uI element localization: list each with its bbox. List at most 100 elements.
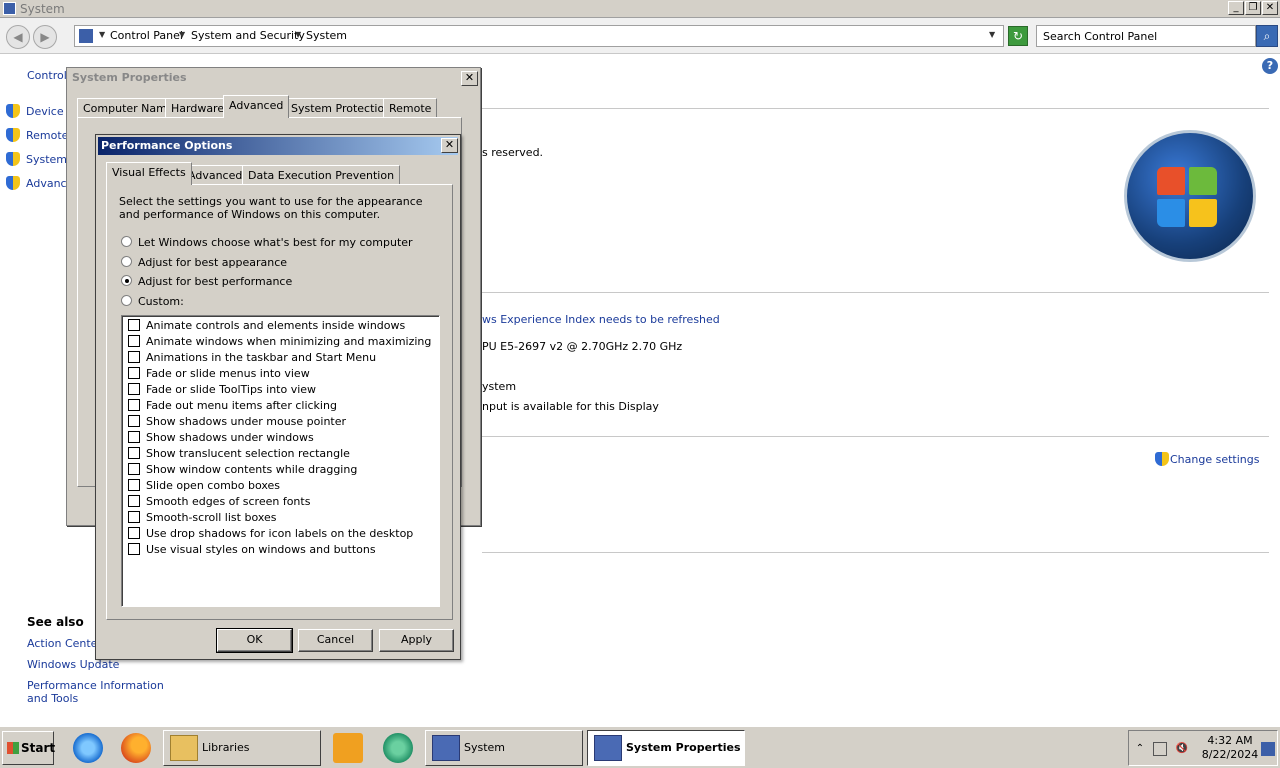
breadcrumb-system-and-security[interactable]: System and Security [191, 29, 305, 42]
apply-button[interactable]: Apply [379, 629, 454, 652]
close-window-button[interactable]: ✕ [1262, 1, 1278, 15]
checkbox[interactable] [128, 479, 140, 491]
back-button[interactable]: ◀ [6, 25, 30, 49]
list-item[interactable]: Show shadows under mouse pointer [128, 415, 346, 431]
wei-refresh-link[interactable]: ws Experience Index needs to be refreshe… [482, 313, 720, 326]
minimize-button[interactable]: _ [1228, 1, 1244, 15]
taskbar-item-libraries[interactable]: Libraries [163, 730, 321, 766]
taskbar-item-system-properties[interactable]: System Properties [587, 730, 745, 766]
checkbox[interactable] [128, 319, 140, 331]
checkbox[interactable] [128, 511, 140, 523]
radio-let-windows-choose[interactable]: Let Windows choose what's best for my co… [121, 236, 413, 252]
list-item[interactable]: Fade out menu items after clicking [128, 399, 337, 415]
checkbox[interactable] [128, 367, 140, 379]
uac-shield-icon [6, 152, 20, 166]
checkbox[interactable] [128, 399, 140, 411]
internet-explorer-icon[interactable] [73, 733, 103, 763]
checkbox[interactable] [128, 543, 140, 555]
link-performance-information[interactable]: Performance Information and Tools [27, 679, 177, 705]
sidebar-item-system-protection[interactable]: System [6, 152, 67, 168]
uac-shield-icon [6, 104, 20, 118]
sidebar-title[interactable]: Control [27, 69, 67, 82]
radio-custom[interactable]: Custom: [121, 295, 184, 311]
link-action-center[interactable]: Action Center [27, 637, 102, 650]
list-item[interactable]: Smooth edges of screen fonts [128, 495, 310, 511]
tab-advanced[interactable]: Advanced [223, 95, 290, 118]
media-player-icon[interactable] [333, 733, 363, 763]
sidebar-item-advanced[interactable]: Advance [6, 176, 73, 192]
tab-hardware[interactable]: Hardware [165, 98, 231, 118]
network-icon[interactable] [1153, 742, 1167, 756]
radio-best-appearance[interactable]: Adjust for best appearance [121, 256, 287, 272]
address-dropdown-icon[interactable]: ▼ [989, 30, 995, 39]
visual-effects-list[interactable]: Animate controls and elements inside win… [121, 315, 440, 607]
firefox-icon[interactable] [121, 733, 151, 763]
tab-system-protection[interactable]: System Protection [285, 98, 398, 118]
tab-remote[interactable]: Remote [383, 98, 438, 118]
address-bar[interactable]: ▼ Control Panel ▼ System and Security ▼ … [74, 25, 1004, 47]
chevron-down-icon[interactable]: ▼ [295, 30, 301, 39]
close-icon[interactable]: ✕ [461, 71, 478, 86]
help-icon[interactable]: ? [1262, 58, 1278, 74]
list-item[interactable]: Animate controls and elements inside win… [128, 319, 405, 335]
window-title: System [20, 2, 65, 16]
see-also-heading: See also [27, 615, 84, 629]
checkbox[interactable] [128, 335, 140, 347]
chevron-up-icon[interactable]: ⌃ [1133, 742, 1147, 756]
checkbox[interactable] [128, 463, 140, 475]
tab-advanced[interactable]: Advanced [182, 165, 249, 185]
chevron-down-icon[interactable]: ▼ [99, 30, 105, 39]
chevron-down-icon[interactable]: ▼ [179, 30, 185, 39]
computer-icon [432, 735, 460, 761]
taskbar-item-system[interactable]: System [425, 730, 583, 766]
tab-data-execution-prevention[interactable]: Data Execution Prevention [242, 165, 401, 185]
divider [482, 552, 1269, 553]
cancel-button[interactable]: Cancel [298, 629, 373, 652]
list-item[interactable]: Slide open combo boxes [128, 479, 280, 495]
ok-button[interactable]: OK [216, 628, 293, 653]
window-titlebar[interactable]: System _ ❐ ✕ [0, 0, 1280, 18]
list-item[interactable]: Show translucent selection rectangle [128, 447, 350, 463]
system-properties-titlebar[interactable]: System Properties [67, 68, 480, 88]
list-item[interactable]: Animate windows when minimizing and maxi… [128, 335, 431, 351]
checkbox[interactable] [128, 383, 140, 395]
list-item[interactable]: Use drop shadows for icon labels on the … [128, 527, 413, 543]
radio-button[interactable] [121, 295, 132, 306]
forward-button[interactable]: ▶ [33, 25, 57, 49]
radio-button[interactable] [121, 256, 132, 267]
clock[interactable]: 4:32 AM 8/22/2024 [1199, 734, 1261, 762]
restore-button[interactable]: ❐ [1245, 1, 1261, 15]
change-settings-link[interactable]: Change settings [1155, 452, 1259, 466]
show-desktop-icon[interactable] [1261, 742, 1275, 756]
radio-button[interactable] [121, 236, 132, 247]
performance-options-title: Performance Options [101, 139, 233, 152]
close-icon[interactable]: ✕ [441, 138, 458, 153]
start-button[interactable]: Start [2, 731, 55, 765]
app-globe-icon[interactable] [383, 733, 413, 763]
search-input[interactable]: Search Control Panel [1036, 25, 1256, 47]
checkbox[interactable] [128, 527, 140, 539]
checkbox[interactable] [128, 431, 140, 443]
list-item[interactable]: Fade or slide menus into view [128, 367, 310, 383]
taskbar: Start Libraries System System Properties… [0, 726, 1280, 768]
list-item[interactable]: Animations in the taskbar and Start Menu [128, 351, 376, 367]
radio-best-performance[interactable]: Adjust for best performance [121, 275, 292, 291]
checkbox[interactable] [128, 415, 140, 427]
list-item[interactable]: Smooth-scroll list boxes [128, 511, 277, 527]
list-item[interactable]: Show window contents while dragging [128, 463, 357, 479]
performance-options-titlebar[interactable]: Performance Options [98, 137, 458, 155]
checkbox[interactable] [128, 447, 140, 459]
breadcrumb-control-panel[interactable]: Control Panel [110, 29, 183, 42]
list-item[interactable]: Show shadows under windows [128, 431, 314, 447]
list-item[interactable]: Use visual styles on windows and buttons [128, 543, 376, 559]
search-icon[interactable]: ⌕ [1256, 25, 1278, 47]
tab-visual-effects[interactable]: Visual Effects [106, 162, 192, 185]
checkbox[interactable] [128, 351, 140, 363]
refresh-icon[interactable]: ↻ [1008, 26, 1028, 46]
breadcrumb-system[interactable]: System [306, 29, 347, 42]
sidebar-item-remote[interactable]: Remote [6, 128, 68, 144]
list-item[interactable]: Fade or slide ToolTips into view [128, 383, 316, 399]
checkbox[interactable] [128, 495, 140, 507]
volume-muted-icon[interactable]: 🔇 [1175, 742, 1189, 756]
radio-button-selected[interactable] [121, 275, 132, 286]
